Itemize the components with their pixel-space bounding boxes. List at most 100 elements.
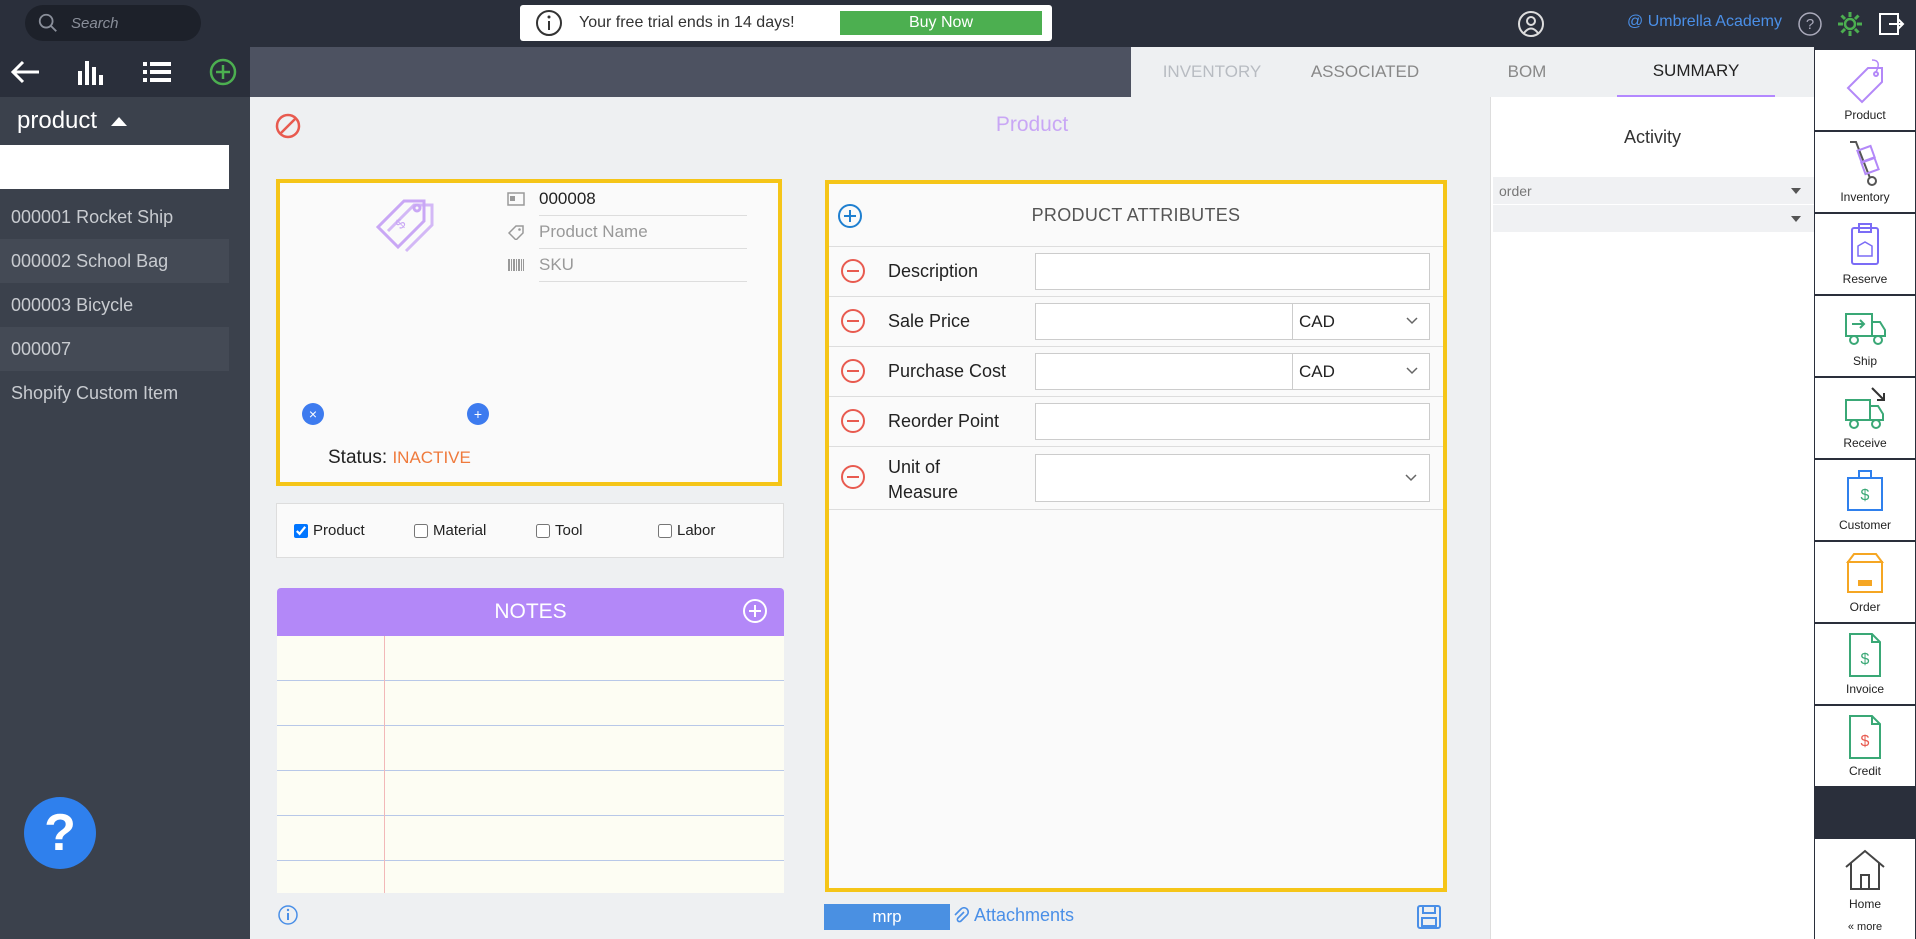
product-checkbox[interactable] (294, 523, 308, 538)
attachments-link[interactable]: Attachments (952, 905, 1074, 926)
remove-icon[interactable] (840, 408, 866, 434)
material-checkbox[interactable] (414, 523, 428, 538)
notes-paper[interactable] (277, 636, 784, 893)
nav-inventory[interactable]: Inventory (1815, 132, 1915, 212)
attribute-label: Purchase Cost (888, 361, 1007, 381)
receive-truck-icon (1845, 387, 1885, 429)
activity-filter2-select[interactable] (1493, 205, 1815, 232)
list-item[interactable]: Shopify Custom Item (0, 371, 229, 415)
unit-of-measure-select[interactable] (1035, 454, 1430, 502)
add-button[interactable] (200, 52, 246, 92)
back-button[interactable] (2, 52, 48, 92)
user-icon[interactable] (1517, 10, 1545, 38)
info-icon (536, 10, 562, 36)
nav-product[interactable]: Product (1815, 50, 1915, 130)
chevron-down-icon (1405, 474, 1417, 482)
search-icon (38, 13, 57, 32)
deactivate-icon[interactable] (274, 112, 302, 140)
tab-bom[interactable]: BOM (1437, 47, 1617, 97)
type-product[interactable]: Product (294, 522, 365, 539)
category-label: product (17, 107, 98, 134)
description-input[interactable] (1035, 253, 1430, 290)
paperclip-icon (954, 906, 970, 922)
list-icon (143, 62, 171, 82)
remove-icon[interactable] (840, 308, 866, 334)
nav-credit[interactable]: $ Credit (1815, 706, 1915, 786)
product-number-field: 000008 (507, 183, 747, 216)
purchase-cost-input[interactable]: CAD (1035, 353, 1430, 390)
notes-panel: NOTES (277, 588, 784, 893)
activity-title: Activity (1623, 126, 1681, 147)
status-label: Status: (328, 447, 388, 468)
tab-summary[interactable]: SUMMARY (1617, 47, 1775, 97)
logout-icon[interactable] (1877, 10, 1905, 38)
add-image-button[interactable]: + (467, 403, 489, 425)
attribute-label: Sale Price (888, 311, 971, 331)
category-selector[interactable]: product (0, 97, 250, 145)
organization-link[interactable]: @ Umbrella Academy (1627, 13, 1782, 31)
product-name-input[interactable] (539, 222, 739, 242)
buy-now-button[interactable]: Buy Now (840, 11, 1042, 35)
chart-button[interactable] (68, 52, 114, 92)
credit-icon: $ (1849, 715, 1881, 759)
labor-checkbox[interactable] (658, 523, 672, 538)
more-link[interactable]: « more (1815, 915, 1915, 939)
nav-home[interactable]: Home (1815, 839, 1915, 919)
id-card-icon (507, 192, 525, 206)
nav-reserve[interactable]: Reserve (1815, 214, 1915, 294)
status-value: INACTIVE (392, 448, 471, 467)
sku-input[interactable] (539, 255, 739, 275)
search-input[interactable] (71, 14, 191, 32)
nav-receive[interactable]: Receive (1815, 378, 1915, 458)
nav-invoice[interactable]: $ Invoice (1815, 624, 1915, 704)
svg-text:$: $ (1861, 733, 1870, 750)
type-checkboxes: Product Material Tool Labor (276, 503, 784, 558)
nav-order[interactable]: Order (1815, 542, 1915, 622)
top-bar: Your free trial ends in 14 days! Buy Now… (0, 0, 1916, 47)
remove-image-button[interactable]: × (302, 403, 324, 425)
currency-select[interactable]: CAD (1292, 354, 1430, 389)
invoice-icon: $ (1849, 633, 1881, 677)
help-fab-button[interactable]: ? (24, 797, 96, 869)
sidebar-toolbar (0, 47, 250, 97)
list-item[interactable]: 000002 School Bag (0, 239, 229, 283)
attribute-label: Unit of Measure (888, 457, 959, 502)
mrp-button[interactable]: mrp (824, 904, 950, 930)
price-tag-icon[interactable]: $ (368, 187, 442, 255)
list-item[interactable]: 000003 Bicycle (0, 283, 229, 327)
help-icon[interactable]: ? (1797, 11, 1823, 37)
remove-icon[interactable] (840, 258, 866, 284)
list-item[interactable]: 000001 Rocket Ship (0, 195, 229, 239)
attribute-label: Reorder Point (888, 411, 1000, 431)
list-item[interactable]: 000007 (0, 327, 229, 371)
activity-panel: Activity order (1490, 97, 1815, 939)
remove-icon[interactable] (840, 464, 866, 490)
search-box[interactable] (25, 5, 201, 41)
tab-associated[interactable]: ASSOCIATED (1293, 47, 1437, 97)
type-tool[interactable]: Tool (536, 522, 583, 539)
sidebar-filter-input[interactable] (0, 145, 229, 189)
add-note-icon[interactable] (742, 598, 768, 624)
reorder-point-input[interactable] (1035, 403, 1430, 440)
tool-checkbox[interactable] (536, 523, 550, 538)
nav-ship[interactable]: Ship (1815, 296, 1915, 376)
gear-icon[interactable] (1836, 10, 1864, 38)
notes-title: NOTES (494, 600, 567, 623)
bar-chart-icon (78, 61, 103, 85)
type-material[interactable]: Material (414, 522, 486, 539)
remove-icon[interactable] (840, 358, 866, 384)
product-attributes-panel: PRODUCT ATTRIBUTES Description Sale Pric… (825, 180, 1447, 892)
caret-up-icon (111, 116, 128, 126)
type-labor[interactable]: Labor (658, 522, 715, 539)
tab-inventory[interactable]: INVENTORY (1131, 47, 1293, 97)
activity-filter-select[interactable]: order (1493, 177, 1815, 204)
currency-select[interactable]: CAD (1292, 304, 1430, 339)
nav-customer[interactable]: $ Customer (1815, 460, 1915, 540)
sale-price-input[interactable]: CAD (1035, 303, 1430, 340)
save-icon[interactable] (1416, 904, 1442, 930)
dropdown-icon (1791, 188, 1801, 194)
info-icon[interactable] (277, 904, 299, 926)
truck-icon (1845, 313, 1886, 345)
list-button[interactable] (134, 52, 180, 92)
add-attribute-icon[interactable] (837, 203, 863, 229)
